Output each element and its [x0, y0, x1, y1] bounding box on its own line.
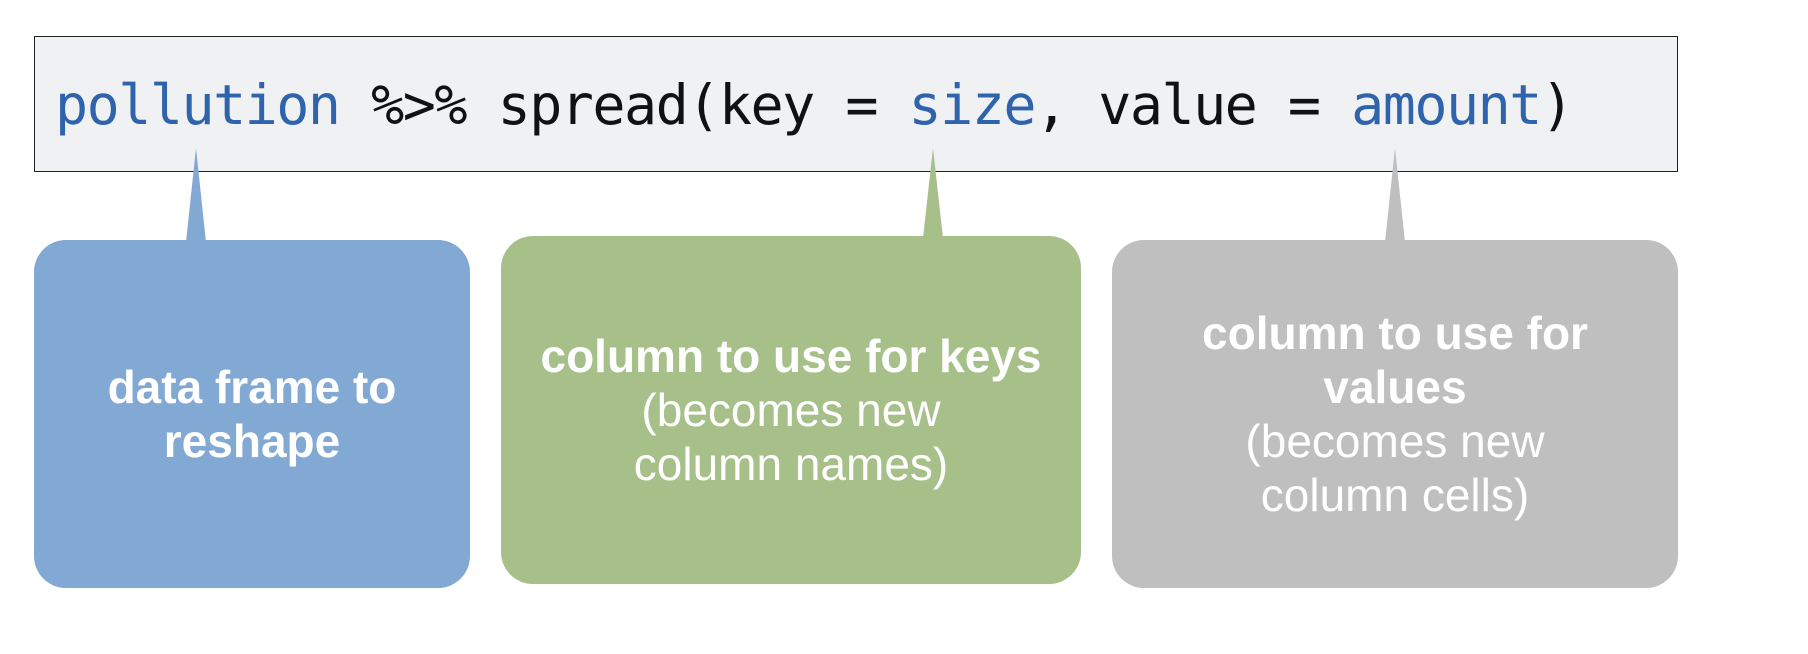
callout-value-normal: (becomes new column cells): [1245, 415, 1545, 521]
callout-value-bold: column to use for values: [1202, 307, 1588, 413]
code-token-value-arg: , value =: [1035, 73, 1352, 137]
code-box: pollution %>% spread(key = size, value =…: [34, 36, 1678, 172]
callout-key: column to use for keys (becomes new colu…: [501, 236, 1081, 584]
code-token-dataframe: pollution: [55, 73, 341, 137]
code-line: pollution %>% spread(key = size, value =…: [55, 71, 1574, 139]
code-token-value: amount: [1351, 73, 1542, 137]
code-token-close-paren: ): [1540, 73, 1574, 137]
code-token-key: size: [908, 73, 1037, 137]
callout-data-frame-bold: data frame to reshape: [107, 361, 397, 467]
callout-key-bold: column to use for keys: [540, 330, 1042, 382]
callout-value: column to use for values (becomes new co…: [1112, 240, 1678, 588]
code-token-pipe-spread: %>% spread(key =: [339, 73, 909, 137]
callout-key-normal: (becomes new column names): [633, 384, 949, 490]
callout-data-frame: data frame to reshape: [34, 240, 470, 588]
